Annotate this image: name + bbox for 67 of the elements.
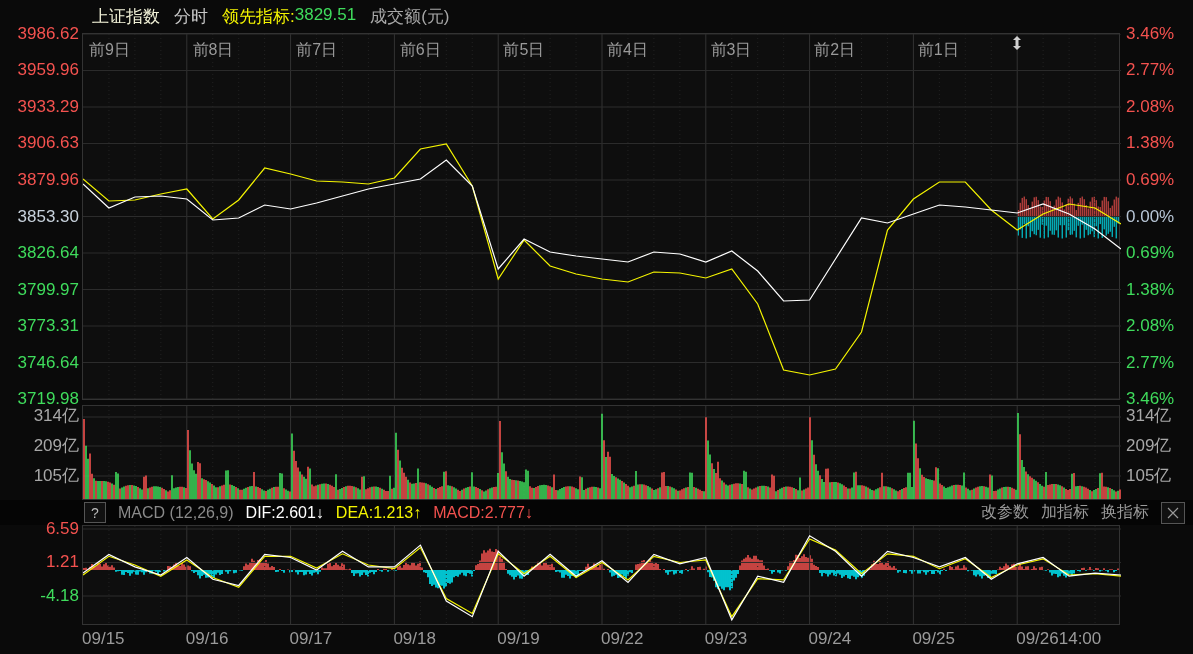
day-label: 前4日 xyxy=(606,40,649,60)
price-axis-label: 3959.96 xyxy=(17,60,79,81)
date-label: 09/19 xyxy=(497,628,541,649)
indicator-tool-button[interactable]: 换指标 xyxy=(1101,502,1149,523)
indicator-value: DIF:2.601↓ xyxy=(245,503,324,522)
indicator-value: DEA:1.213↑ xyxy=(335,503,422,522)
day-label: 前5日 xyxy=(502,40,546,60)
percent-axis-label: 1.38% xyxy=(1126,133,1175,154)
lead-indicator-value: 3829.51 xyxy=(294,5,357,26)
macd-axis-label: 6.59 xyxy=(45,519,79,539)
percent-axis-label: 3.46% xyxy=(1126,24,1175,44)
day-label: 前2日 xyxy=(813,40,857,60)
day-label: 前3日 xyxy=(709,40,753,60)
volume-axis-label: 105亿 xyxy=(1126,466,1172,486)
price-axis-label: 3986.62 xyxy=(17,24,79,44)
price-axis-label: 3906.63 xyxy=(17,133,79,154)
volume-label: 成交额(元) xyxy=(370,6,450,28)
percent-axis-label: 2.08% xyxy=(1126,97,1175,117)
day-label: 前7日 xyxy=(295,40,339,60)
percent-axis-label: 0.69% xyxy=(1126,243,1175,263)
volume-axis-label: 209亿 xyxy=(1126,436,1172,456)
macd-axis-label: 1.21 xyxy=(45,552,79,573)
date-label: 09/25 xyxy=(912,628,956,649)
percent-axis-label: 2.08% xyxy=(1126,316,1175,336)
day-label: 前6日 xyxy=(398,40,442,60)
percent-axis-label: 2.77% xyxy=(1126,60,1175,81)
price-axis-label: 3746.64 xyxy=(17,352,79,373)
date-label: 09/22 xyxy=(601,628,645,649)
price-axis-label: 3933.29 xyxy=(17,97,79,117)
date-label: 09/15 xyxy=(82,628,126,649)
price-axis-label: 3799.97 xyxy=(17,279,79,300)
price-axis-label: 3826.64 xyxy=(17,243,79,263)
price-axis-label: 3773.31 xyxy=(17,316,79,336)
day-label: 前9日 xyxy=(88,40,131,60)
percent-axis-label: 1.38% xyxy=(1126,279,1175,300)
time-label: 14:00 xyxy=(1058,628,1102,649)
indicator-tool-button[interactable]: 改参数 xyxy=(981,502,1029,523)
price-axis-label: 3879.96 xyxy=(17,170,79,190)
indicator-tool-button[interactable]: 加指标 xyxy=(1041,502,1089,523)
date-label: 09/16 xyxy=(185,628,230,649)
drag-handle-icon[interactable] xyxy=(1012,36,1023,50)
date-label: 09/26 xyxy=(1016,628,1059,649)
volume-axis-label: 314亿 xyxy=(1126,406,1172,426)
day-label: 前1日 xyxy=(916,40,960,60)
percent-axis-label: 2.77% xyxy=(1126,352,1175,373)
indicator-name: MACD (12,26,9) xyxy=(118,503,234,522)
price-axis-label: 3853.30 xyxy=(17,206,79,227)
date-label: 09/17 xyxy=(289,628,334,649)
volume-axis-label: 105亿 xyxy=(33,466,79,486)
macd-axis-label: -4.18 xyxy=(40,586,79,606)
volume-axis-label: 314亿 xyxy=(33,406,79,426)
price-axis-label: 3719.98 xyxy=(17,389,79,408)
indicator-value: MACD:2.777↓ xyxy=(433,503,533,522)
percent-axis-label: 3.46% xyxy=(1126,389,1175,408)
date-label: 09/23 xyxy=(704,628,749,649)
date-label: 09/24 xyxy=(808,628,853,649)
close-icon xyxy=(1167,506,1179,519)
date-label: 09/18 xyxy=(393,628,437,649)
index-title: 上证指数 xyxy=(92,6,160,28)
mode-label[interactable]: 分时 xyxy=(174,5,208,28)
day-label: 前8日 xyxy=(191,40,235,60)
volume-axis-label: 209亿 xyxy=(33,436,79,456)
percent-axis-label: 0.00% xyxy=(1126,206,1175,227)
help-button[interactable]: ? xyxy=(84,502,106,523)
lead-indicator-label: 领先指标: xyxy=(222,6,295,28)
percent-axis-label: 0.69% xyxy=(1126,170,1175,190)
close-button[interactable] xyxy=(1161,501,1185,524)
